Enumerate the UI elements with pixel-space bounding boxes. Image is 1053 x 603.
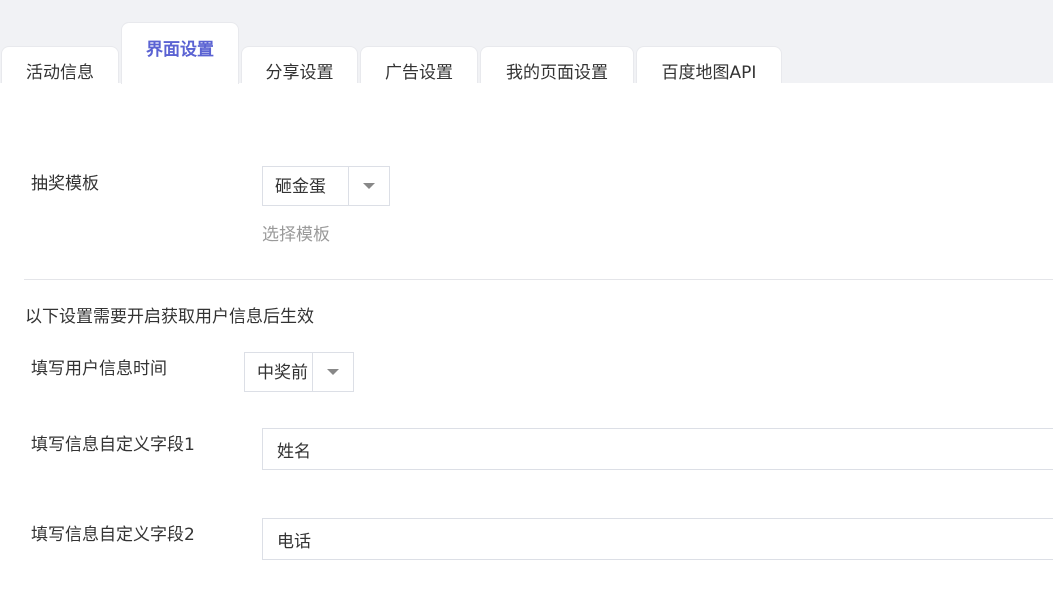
fill-time-label: 填写用户信息时间 (31, 359, 167, 379)
custom-field-1-input[interactable] (262, 428, 1053, 470)
template-label: 抽奖模板 (31, 174, 99, 194)
template-select[interactable]: 砸金蛋 (262, 166, 390, 206)
settings-panel: 抽奖模板 砸金蛋 选择模板 以下设置需要开启获取用户信息后生效 填写用户信息时间… (0, 83, 1053, 603)
custom-field-2-label: 填写信息自定义字段2 (31, 525, 195, 545)
tab-activity-info[interactable]: 活动信息 (1, 46, 119, 84)
fill-time-select[interactable]: 中奖前 (244, 352, 354, 392)
template-dropdown-toggle[interactable] (348, 167, 389, 205)
tab-baidu-map-api[interactable]: 百度地图API (636, 46, 782, 84)
tab-ad-settings[interactable]: 广告设置 (360, 46, 478, 84)
tab-my-page-settings[interactable]: 我的页面设置 (480, 46, 634, 84)
tab-share-settings[interactable]: 分享设置 (241, 46, 358, 84)
chevron-down-icon (363, 183, 375, 189)
template-select-value: 砸金蛋 (275, 177, 326, 197)
custom-field-2-input[interactable] (262, 518, 1053, 560)
tab-interface-settings[interactable]: 界面设置 (121, 22, 239, 84)
chevron-down-icon (327, 369, 339, 375)
template-hint: 选择模板 (262, 225, 330, 245)
tab-bar: 活动信息 界面设置 分享设置 广告设置 我的页面设置 百度地图API (0, 0, 1053, 84)
custom-field-1-label: 填写信息自定义字段1 (31, 435, 195, 455)
fill-time-select-value: 中奖前 (257, 363, 308, 383)
fill-time-dropdown-toggle[interactable] (312, 353, 353, 391)
divider (24, 279, 1053, 280)
notice-text: 以下设置需要开启获取用户信息后生效 (25, 307, 314, 327)
